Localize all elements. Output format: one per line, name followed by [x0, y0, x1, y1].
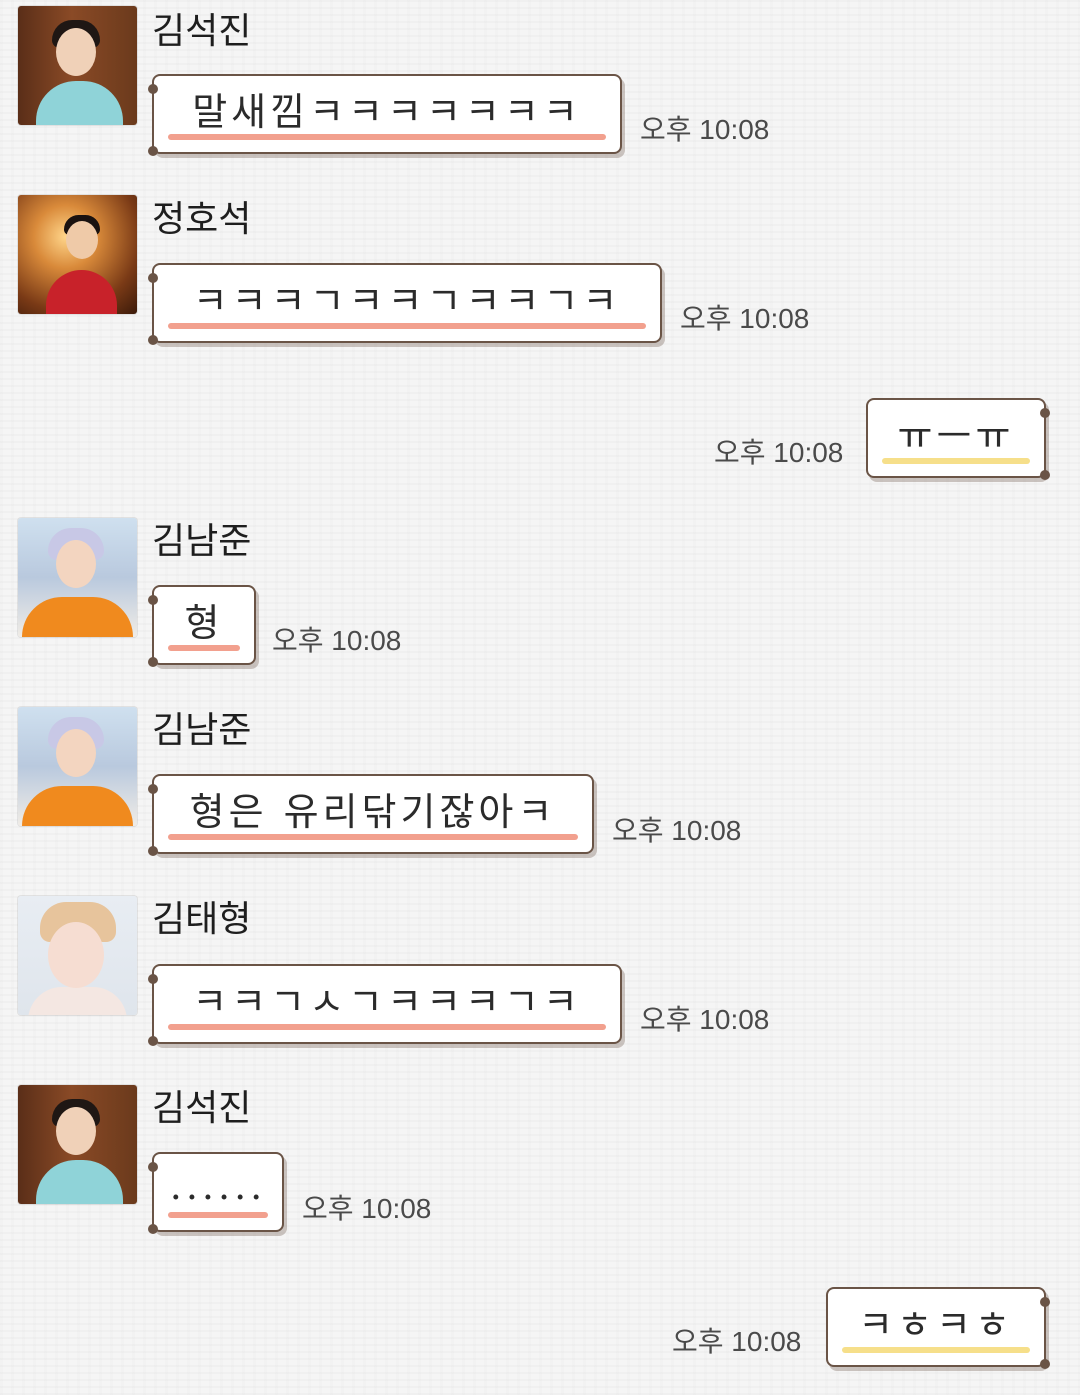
- rm-avatar-icon[interactable]: [18, 518, 137, 637]
- sender-name: 김태형: [152, 899, 252, 940]
- message-time: 오후 10:08: [672, 1326, 802, 1357]
- message-bubble-outgoing[interactable]: ㅠㅡㅠ: [866, 398, 1050, 480]
- message-underline: [168, 1024, 606, 1030]
- message-text: ㅋㅎㅋㅎ: [858, 1302, 1014, 1347]
- message-underline: [168, 134, 606, 140]
- message-time: 오후 10:08: [640, 114, 770, 145]
- v-avatar-icon[interactable]: [18, 896, 137, 1015]
- message-text: 형: [184, 600, 224, 645]
- jin-avatar-icon[interactable]: [18, 6, 137, 125]
- message-time: 오후 10:08: [612, 815, 742, 846]
- message-underline: [168, 834, 578, 840]
- message-bubble[interactable]: 말새낌ㅋㅋㅋㅋㅋㅋㅋ: [148, 74, 622, 156]
- jin-avatar-icon[interactable]: [18, 1085, 137, 1204]
- message-text: ㅠㅡㅠ: [897, 413, 1015, 458]
- message-underline: [168, 323, 646, 329]
- jhope-avatar-icon[interactable]: [18, 195, 137, 314]
- message-bubble[interactable]: 형: [148, 585, 256, 667]
- sender-name: 김석진: [152, 1088, 252, 1129]
- message-underline: [168, 1212, 268, 1218]
- message-time: 오후 10:08: [640, 1004, 770, 1035]
- message-text: ......: [169, 1164, 267, 1208]
- rm-avatar-icon[interactable]: [18, 707, 137, 826]
- message-time: 오후 10:08: [680, 303, 810, 334]
- message-text: ㅋㅋㅋㄱㅋㅋㄱㅋㅋㄱㅋ: [192, 278, 622, 323]
- message-time: 오후 10:08: [302, 1193, 432, 1224]
- message-text: 형은 유리닦기잖아ㅋ: [189, 789, 557, 834]
- message-underline: [842, 1347, 1030, 1353]
- message-bubble-outgoing[interactable]: ㅋㅎㅋㅎ: [826, 1287, 1050, 1369]
- sender-name: 김남준: [152, 521, 252, 562]
- message-underline: [168, 645, 240, 651]
- message-text: ㅋㅋㄱㅅㄱㅋㅋㅋㄱㅋ: [192, 979, 582, 1024]
- sender-name: 정호석: [152, 199, 252, 240]
- sender-name: 김석진: [152, 11, 252, 52]
- message-bubble[interactable]: ㅋㅋㄱㅅㄱㅋㅋㅋㄱㅋ: [148, 964, 622, 1046]
- message-text: 말새낌ㅋㅋㅋㅋㅋㅋㅋ: [192, 89, 582, 134]
- message-bubble[interactable]: ......: [148, 1152, 284, 1234]
- message-bubble[interactable]: ㅋㅋㅋㄱㅋㅋㄱㅋㅋㄱㅋ: [148, 263, 662, 345]
- message-underline: [882, 458, 1030, 464]
- message-time: 오후 10:08: [272, 625, 402, 656]
- message-bubble[interactable]: 형은 유리닦기잖아ㅋ: [148, 774, 594, 856]
- message-time: 오후 10:08: [714, 437, 844, 468]
- sender-name: 김남준: [152, 710, 252, 751]
